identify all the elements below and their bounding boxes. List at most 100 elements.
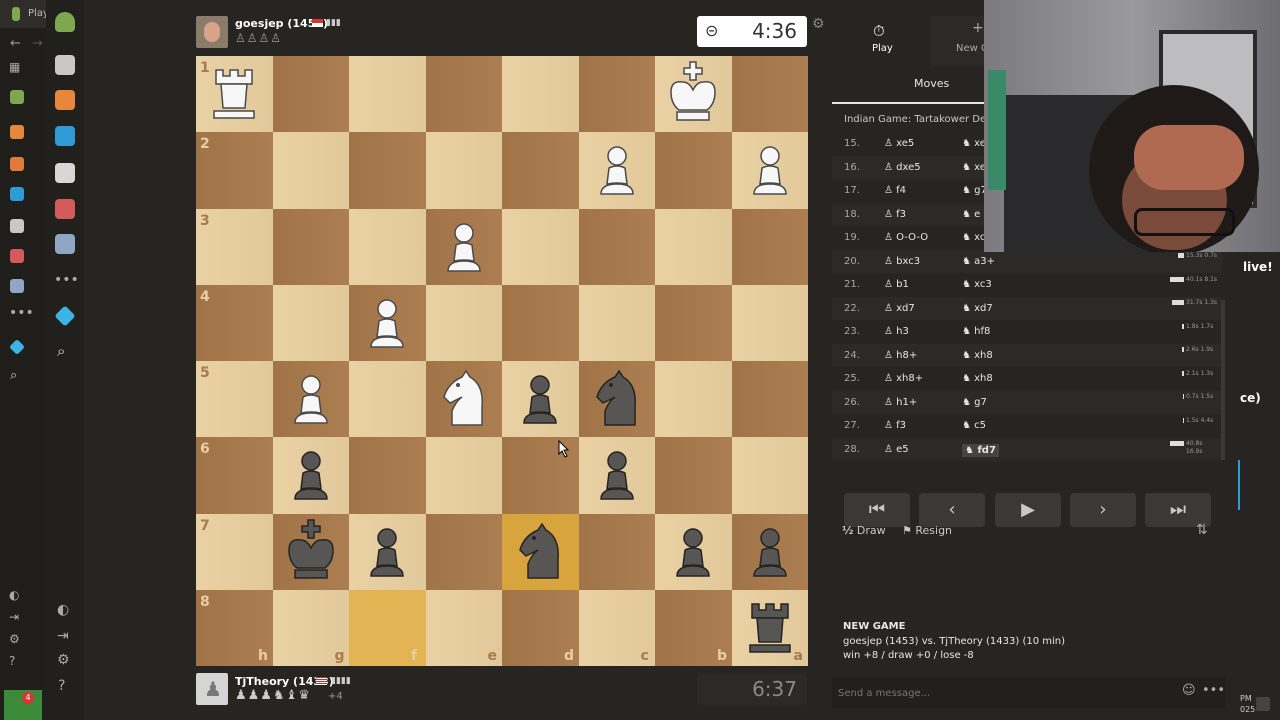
opponent-avatar[interactable] (196, 16, 228, 48)
board-square[interactable] (731, 437, 808, 514)
play-moves-button[interactable]: ▶ (995, 493, 1061, 527)
next-move-button[interactable]: › (1070, 493, 1136, 527)
move-row[interactable]: 22. ♙ xd7 ♞ xd7 (832, 296, 1222, 320)
more-icon[interactable]: ••• (54, 272, 79, 288)
watch-icon[interactable] (10, 219, 24, 233)
emoji-icon[interactable]: ☺ (1182, 683, 1196, 698)
social-icon[interactable] (55, 234, 75, 254)
white-move[interactable]: ♙ f4 (884, 185, 906, 196)
black-knight-icon[interactable] (502, 514, 578, 590)
board-square[interactable] (731, 208, 808, 285)
white-move[interactable]: ♙ xd7 (884, 303, 915, 314)
white-move[interactable]: ♙ h1+ (884, 397, 917, 408)
board-square[interactable] (655, 208, 732, 285)
white-move[interactable]: ♙ b1 (884, 279, 909, 290)
white-move[interactable]: ♙ f3 (884, 209, 906, 220)
settings-icon[interactable]: ⚙ (57, 652, 70, 668)
board-square[interactable] (425, 284, 502, 361)
play-icon[interactable] (10, 90, 24, 104)
draw-button[interactable]: ½ Draw (842, 524, 886, 537)
learn-icon[interactable] (55, 126, 75, 146)
tab-new-game[interactable]: + New G (930, 16, 990, 66)
white-move[interactable]: ♙ e5 (884, 444, 909, 455)
board-square[interactable] (349, 208, 426, 285)
theme-icon[interactable]: ◐ (9, 588, 19, 602)
chess-board[interactable]: 12345678hgfedcba (196, 56, 808, 666)
panel-scrollbar[interactable] (1221, 300, 1225, 460)
forward-arrow-icon[interactable]: → (32, 36, 43, 51)
move-row[interactable]: 25. ♙ xh8+ ♞ xh8 (832, 367, 1222, 391)
news-icon[interactable] (55, 199, 75, 219)
board-square[interactable] (502, 284, 579, 361)
white-move[interactable]: ♙ h8+ (884, 350, 917, 361)
board-square[interactable] (349, 56, 426, 133)
black-move[interactable]: ♞ xe (962, 162, 986, 173)
white-move[interactable]: ♙ xe5 (884, 138, 914, 149)
flip-board-icon[interactable]: ⇅ (1196, 522, 1208, 538)
black-move[interactable]: ♞ xh8 (962, 373, 993, 384)
black-pawn-icon[interactable] (655, 514, 731, 590)
board-square[interactable] (349, 361, 426, 438)
board-square[interactable] (578, 284, 655, 361)
black-pawn-icon[interactable] (349, 514, 425, 590)
black-move[interactable]: ♞ xh8 (962, 350, 993, 361)
board-square[interactable] (655, 361, 732, 438)
opening-name[interactable]: Indian Game: Tartakower Defer (844, 114, 1000, 125)
white-move[interactable]: ♙ dxe5 (884, 162, 921, 173)
search-icon[interactable]: ⌕ (10, 368, 17, 383)
black-move[interactable]: ♞ a3+ (962, 256, 995, 267)
browser-tab[interactable]: Play (0, 0, 49, 28)
tactics-icon[interactable] (10, 157, 24, 171)
diamond-icon[interactable] (9, 339, 25, 355)
board-square[interactable] (425, 132, 502, 209)
pawn-logo-icon[interactable] (55, 12, 75, 32)
black-move[interactable]: ♞ fd7 (962, 443, 999, 457)
login-icon[interactable]: ⇥ (9, 610, 19, 624)
black-move[interactable]: ♞ c5 (962, 420, 986, 431)
black-move[interactable]: ♞ xe (962, 138, 986, 149)
first-move-button[interactable]: ⏮ (844, 493, 910, 527)
board-square[interactable] (272, 132, 349, 209)
move-row[interactable]: 26. ♙ h1+ ♞ g7 (832, 390, 1222, 414)
player-avatar[interactable]: ♟ (196, 673, 228, 705)
black-move[interactable]: ♞ hf8 (962, 326, 990, 337)
black-pawn-icon[interactable] (273, 437, 349, 513)
play-icon[interactable] (55, 55, 75, 75)
social-icon[interactable] (10, 279, 24, 293)
board-square[interactable] (731, 56, 808, 133)
white-move[interactable]: ♙ f3 (884, 420, 906, 431)
board-square[interactable] (502, 132, 579, 209)
settings-icon[interactable]: ⚙ (9, 632, 20, 646)
taskbar-app-icon[interactable] (1256, 697, 1270, 711)
board-square[interactable] (655, 437, 732, 514)
board-square[interactable] (272, 208, 349, 285)
black-knight-icon[interactable] (579, 361, 655, 437)
move-row[interactable]: 27. ♙ f3 ♞ c5 (832, 414, 1222, 438)
board-square[interactable] (349, 437, 426, 514)
prev-move-button[interactable]: ‹ (919, 493, 985, 527)
board-square[interactable] (272, 284, 349, 361)
board-square[interactable] (349, 132, 426, 209)
help-icon[interactable]: ? (9, 654, 15, 668)
more-options-icon[interactable]: ••• (1202, 683, 1225, 698)
theme-icon[interactable]: ◐ (57, 602, 69, 618)
black-move[interactable]: ♞ xc3 (962, 279, 992, 290)
collapse-icon[interactable]: ⇥ (57, 628, 69, 644)
board-square[interactable] (578, 208, 655, 285)
grid-icon[interactable]: ▦ (9, 60, 20, 74)
notification-badge[interactable]: 4 (4, 690, 42, 720)
board-square[interactable] (272, 56, 349, 133)
search-icon[interactable]: ⌕ (57, 342, 65, 360)
board-square[interactable] (425, 437, 502, 514)
move-row[interactable]: 24. ♙ h8+ ♞ xh8 (832, 343, 1222, 367)
board-square[interactable] (731, 284, 808, 361)
board-square[interactable] (731, 361, 808, 438)
black-move[interactable]: ♞ g7 (962, 397, 987, 408)
black-move[interactable]: ♞ xd7 (962, 303, 993, 314)
board-square[interactable] (502, 208, 579, 285)
black-pawn-icon[interactable] (502, 361, 578, 437)
black-pawn-icon[interactable] (732, 514, 808, 590)
board-square[interactable] (578, 56, 655, 133)
white-move[interactable]: ♙ O-O-O (884, 232, 928, 243)
tab-play[interactable]: ⏱ Play (832, 16, 930, 66)
